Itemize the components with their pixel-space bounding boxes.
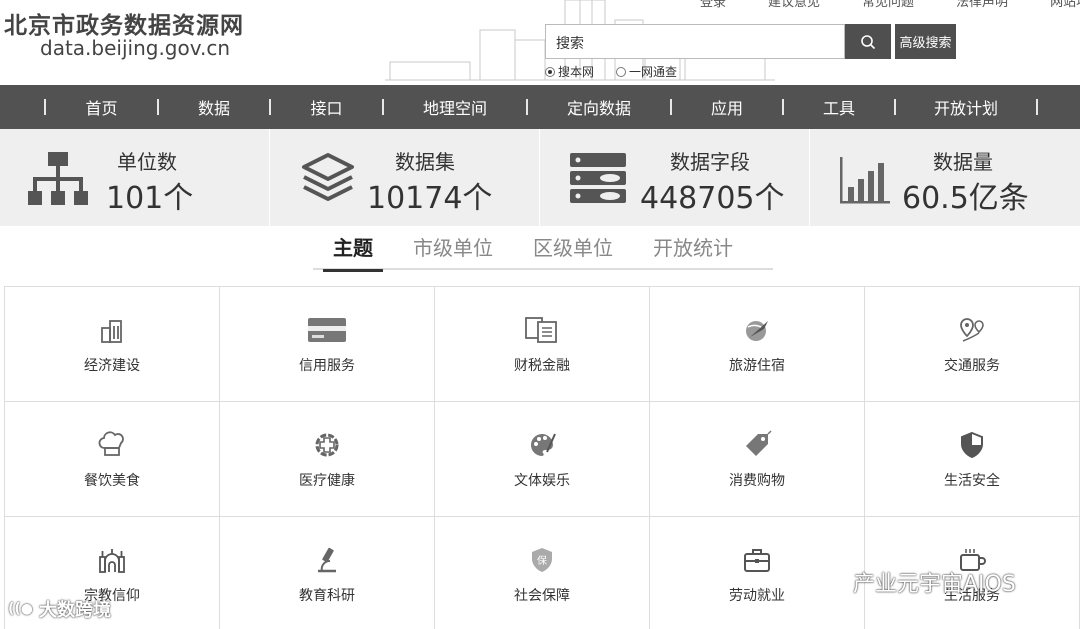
top-link-feedback[interactable]: 建议意见 [768, 0, 820, 10]
scope-site-radio[interactable]: 搜本网 [545, 63, 594, 80]
nav-data[interactable]: 数据 [159, 95, 269, 119]
category-label: 财税金融 [514, 358, 570, 374]
plane-globe-icon [746, 321, 768, 341]
wechat-logo-icon [806, 570, 840, 594]
top-link-sitemap[interactable]: 网站地图 [1050, 0, 1080, 10]
category-safety[interactable]: 生活安全 [865, 402, 1080, 517]
org-chart-icon [28, 152, 88, 205]
wechat-logo-icon: ((● [8, 601, 34, 617]
medical-cross-icon [315, 433, 339, 457]
nav-separator [1036, 99, 1038, 115]
radio-selected-icon [545, 66, 555, 77]
price-tag-icon [746, 430, 772, 456]
site-url: data.beijing.gov.cn [40, 36, 231, 60]
tax-document-icon [525, 317, 557, 343]
tab-city-units[interactable]: 市级单位 [413, 232, 493, 270]
nav-geospatial[interactable]: 地理空间 [384, 95, 526, 119]
stat-volume: 数据量 60.5亿条 [810, 129, 1080, 226]
category-finance[interactable]: 财税金融 [435, 287, 650, 402]
watermark-left: ((● 大数跨境 [8, 596, 111, 622]
top-links: 登录 建议意见 常见问题 法律声明 网站地图 [700, 0, 1080, 10]
category-education[interactable]: 教育科研 [220, 517, 435, 629]
nav-open-plan[interactable]: 开放计划 [896, 95, 1036, 119]
stat-datasets-label: 数据集 [395, 150, 455, 174]
category-label: 医疗健康 [299, 473, 355, 489]
category-medical[interactable]: 医疗健康 [220, 402, 435, 517]
category-credit[interactable]: 信用服务 [220, 287, 435, 402]
scope-all-label: 一网通查 [629, 65, 678, 79]
tab-open-stats[interactable]: 开放统计 [653, 232, 733, 270]
nav-tools[interactable]: 工具 [784, 95, 894, 119]
category-entertainment[interactable]: 文体娱乐 [435, 402, 650, 517]
bar-chart-icon [840, 157, 890, 204]
stat-units-label: 单位数 [117, 150, 177, 174]
nav-apps[interactable]: 应用 [672, 95, 782, 119]
chef-hat-icon [98, 431, 124, 456]
stat-units: 单位数 101个 [0, 129, 270, 226]
top-link-login[interactable]: 登录 [700, 0, 726, 10]
category-social-security[interactable]: 保 社会保障 [435, 517, 650, 629]
category-label: 生活安全 [944, 473, 1000, 489]
watermark-left-text: 大数跨境 [39, 600, 112, 621]
stats-bar: 单位数 101个 数据集 10174个 数据字段 448705个 数据量 60.… [0, 129, 1080, 226]
stat-volume-label: 数据量 [933, 150, 993, 174]
category-tourism[interactable]: 旅游住宿 [650, 287, 865, 402]
site-header: 北京市政务数据资源网 data.beijing.gov.cn 登录 建议意见 常… [0, 0, 1080, 85]
route-pin-icon [960, 318, 984, 342]
stat-volume-value: 60.5亿条 [902, 181, 1029, 216]
category-label: 消费购物 [729, 473, 785, 489]
category-label: 旅游住宿 [729, 358, 785, 374]
category-label: 教育科研 [299, 588, 355, 604]
search-input[interactable]: 搜索 [545, 24, 845, 59]
database-icon [570, 153, 626, 203]
building-icon [101, 320, 122, 343]
svg-text:保: 保 [537, 554, 547, 567]
top-link-faq[interactable]: 常见问题 [862, 0, 914, 10]
stat-units-value: 101个 [106, 181, 194, 216]
category-label: 经济建设 [84, 358, 140, 374]
search-scope: 搜本网 一网通查 [545, 63, 699, 80]
category-label: 劳动就业 [729, 588, 785, 604]
category-shopping[interactable]: 消费购物 [650, 402, 865, 517]
scope-all-radio[interactable]: 一网通查 [616, 63, 677, 80]
stat-fields: 数据字段 448705个 [540, 129, 810, 226]
category-tabs: 主题 市级单位 区级单位 开放统计 [313, 232, 773, 272]
radio-unselected-icon [616, 66, 627, 77]
microscope-icon [318, 547, 336, 573]
scope-site-label: 搜本网 [558, 65, 595, 79]
layers-icon [302, 153, 354, 201]
credit-card-icon [308, 318, 346, 342]
advanced-search-button[interactable]: 高级搜索 [895, 24, 956, 59]
category-label: 信用服务 [299, 358, 355, 374]
search-button[interactable] [845, 24, 891, 59]
stat-fields-label: 数据字段 [670, 150, 750, 174]
nav-directed-data[interactable]: 定向数据 [528, 95, 670, 119]
guarantee-shield-icon: 保 [532, 548, 552, 572]
category-economy[interactable]: 经济建设 [5, 287, 220, 402]
top-link-legal[interactable]: 法律声明 [956, 0, 1008, 10]
category-label: 社会保障 [514, 588, 570, 604]
category-label: 交通服务 [944, 358, 1000, 374]
category-transport[interactable]: 交通服务 [865, 287, 1080, 402]
tab-theme[interactable]: 主题 [323, 232, 383, 272]
temple-icon [99, 549, 125, 573]
shield-icon [961, 431, 983, 459]
stat-datasets: 数据集 10174个 [270, 129, 540, 226]
search-icon [861, 34, 876, 49]
watermark-right-text: 产业元宇宙AIOS [853, 572, 1016, 597]
watermark-right: 产业元宇宙AIOS [805, 566, 1016, 598]
category-label: 文体娱乐 [514, 473, 570, 489]
tab-district-units[interactable]: 区级单位 [533, 232, 613, 270]
briefcase-icon [744, 549, 770, 572]
nav-api[interactable]: 接口 [271, 95, 382, 119]
main-nav: 首页 数据 接口 地理空间 定向数据 应用 工具 开放计划 [0, 85, 1080, 129]
nav-home[interactable]: 首页 [46, 95, 157, 119]
palette-icon [531, 433, 556, 456]
category-dining[interactable]: 餐饮美食 [5, 402, 220, 517]
stat-datasets-value: 10174个 [367, 181, 493, 216]
site-title: 北京市政务数据资源网 [4, 13, 244, 39]
stat-fields-value: 448705个 [640, 181, 785, 216]
category-label: 餐饮美食 [84, 473, 140, 489]
